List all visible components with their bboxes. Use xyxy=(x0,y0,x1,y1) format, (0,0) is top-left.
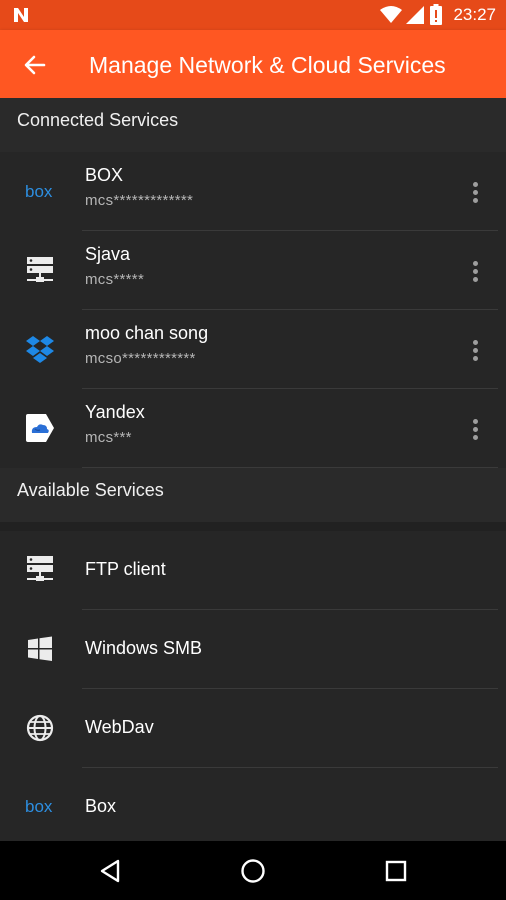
service-account: mcso************ xyxy=(85,350,196,367)
service-account: mcs*** xyxy=(85,429,132,446)
more-options-icon[interactable] xyxy=(466,261,484,285)
cell-signal-icon xyxy=(406,6,424,24)
more-options-icon[interactable] xyxy=(466,182,484,206)
available-services-header: Available Services xyxy=(0,468,506,522)
windows-icon xyxy=(28,636,52,661)
globe-icon xyxy=(26,714,54,742)
app-bar: Manage Network & Cloud Services xyxy=(0,30,506,100)
clock: 23:27 xyxy=(453,5,496,24)
list-item[interactable]: Sjava mcs***** xyxy=(0,231,506,310)
section-title: Connected Services xyxy=(17,110,179,130)
service-name: Sjava xyxy=(85,244,131,264)
service-name: FTP client xyxy=(85,559,166,579)
wifi-icon xyxy=(380,6,402,23)
available-services-list: FTP client Windows SMB WebDav box Box xyxy=(0,531,506,847)
list-item[interactable]: FTP client xyxy=(0,531,506,610)
service-name: Windows SMB xyxy=(85,638,203,658)
page-title: Manage Network & Cloud Services xyxy=(89,52,446,78)
connected-services-header: Connected Services xyxy=(0,98,506,152)
service-account: mcs***** xyxy=(85,271,145,288)
service-name: BOX xyxy=(85,165,124,185)
service-account: mcs************* xyxy=(85,192,194,209)
list-item[interactable]: moo chan song mcso************ xyxy=(0,310,506,389)
svg-text:box: box xyxy=(25,797,53,816)
recents-square-icon[interactable] xyxy=(381,856,411,886)
battery-alert-icon xyxy=(430,4,442,25)
more-options-icon[interactable] xyxy=(466,419,484,443)
box-icon: box xyxy=(25,182,53,201)
service-name: Yandex xyxy=(85,402,145,422)
server-icon xyxy=(27,257,53,282)
list-item[interactable]: box Box xyxy=(0,768,506,847)
back-arrow-icon[interactable] xyxy=(20,50,50,80)
box-icon: box xyxy=(25,797,53,816)
server-icon xyxy=(27,556,53,581)
navigation-bar xyxy=(0,841,506,900)
list-item[interactable]: Yandex mcs*** xyxy=(0,389,506,468)
notification-n-icon xyxy=(14,8,28,22)
section-title: Available Services xyxy=(17,480,164,500)
dropbox-icon xyxy=(26,336,54,363)
service-name: Box xyxy=(85,796,117,816)
service-name: moo chan song xyxy=(85,323,209,343)
yandex-disk-icon xyxy=(26,414,54,442)
back-triangle-icon[interactable] xyxy=(96,856,126,886)
svg-text:box: box xyxy=(25,182,53,201)
list-item[interactable]: box BOX mcs************* xyxy=(0,152,506,231)
connected-services-list: box BOX mcs************* Sjava mcs***** xyxy=(0,152,506,468)
home-circle-icon[interactable] xyxy=(238,856,268,886)
list-item[interactable]: WebDav xyxy=(0,689,506,768)
list-item[interactable]: Windows SMB xyxy=(0,610,506,689)
more-options-icon[interactable] xyxy=(466,340,484,364)
service-name: WebDav xyxy=(85,717,154,737)
status-bar: 23:27 xyxy=(0,0,506,30)
